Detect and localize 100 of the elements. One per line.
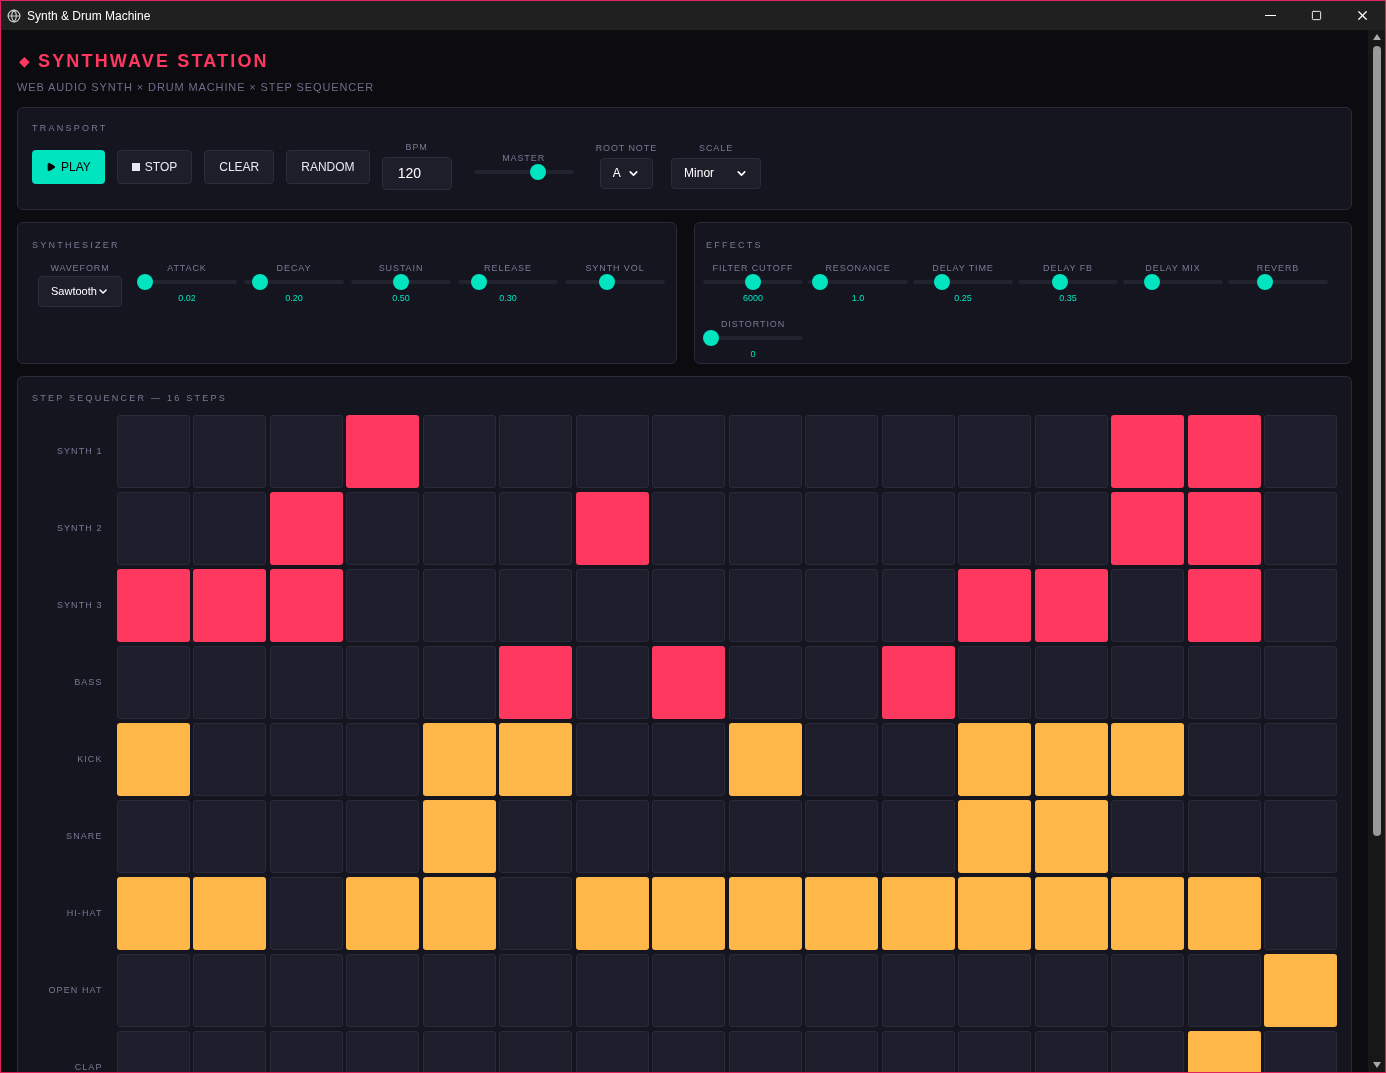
step-pad[interactable] [958, 877, 1031, 950]
step-pad[interactable] [193, 800, 266, 873]
step-pad[interactable] [881, 492, 955, 565]
slider-thumb[interactable] [252, 274, 269, 290]
slider[interactable] [703, 274, 803, 290]
step-pad[interactable] [575, 723, 649, 796]
step-pad[interactable] [346, 569, 419, 642]
slider-thumb[interactable] [745, 274, 761, 290]
step-pad[interactable] [958, 569, 1031, 642]
step-pad[interactable] [422, 646, 496, 719]
step-pad[interactable] [1034, 954, 1108, 1027]
step-pad[interactable] [728, 954, 802, 1027]
step-pad[interactable] [575, 492, 649, 565]
step-pad[interactable] [1264, 800, 1337, 873]
step-pad[interactable] [1264, 877, 1337, 950]
step-pad[interactable] [269, 800, 343, 873]
step-pad[interactable] [1034, 569, 1108, 642]
step-pad[interactable] [575, 415, 649, 488]
step-pad[interactable] [422, 800, 496, 873]
slider[interactable] [244, 274, 344, 290]
step-pad[interactable] [116, 800, 190, 873]
slider-thumb[interactable] [137, 274, 153, 290]
step-pad[interactable] [116, 723, 190, 796]
step-pad[interactable] [652, 800, 725, 873]
step-pad[interactable] [575, 877, 649, 950]
step-pad[interactable] [1187, 569, 1261, 642]
step-pad[interactable] [422, 954, 496, 1027]
step-pad[interactable] [116, 646, 190, 719]
slider-thumb[interactable] [1257, 274, 1274, 290]
slider[interactable] [1123, 274, 1223, 290]
step-pad[interactable] [1187, 415, 1261, 488]
step-pad[interactable] [116, 569, 190, 642]
step-pad[interactable] [193, 646, 266, 719]
step-pad[interactable] [575, 800, 649, 873]
step-pad[interactable] [805, 954, 878, 1027]
step-pad[interactable] [1187, 800, 1261, 873]
step-pad[interactable] [269, 492, 343, 565]
step-pad[interactable] [1034, 492, 1108, 565]
slider-thumb[interactable] [393, 274, 409, 290]
slider[interactable] [1228, 274, 1328, 290]
step-pad[interactable] [422, 569, 496, 642]
step-pad[interactable] [728, 877, 802, 950]
slider[interactable] [913, 274, 1013, 290]
step-pad[interactable] [499, 646, 572, 719]
step-pad[interactable] [193, 415, 266, 488]
step-pad[interactable] [1111, 415, 1184, 488]
transport-button[interactable]: RANDOM [286, 149, 370, 184]
slider[interactable] [458, 274, 558, 290]
step-pad[interactable] [346, 723, 419, 796]
step-pad[interactable] [1187, 877, 1261, 950]
slider[interactable] [808, 274, 908, 290]
slider-thumb[interactable] [703, 330, 719, 346]
step-pad[interactable] [1111, 877, 1184, 950]
step-pad[interactable] [1111, 723, 1184, 796]
step-pad[interactable] [1264, 646, 1337, 719]
step-pad[interactable] [193, 569, 266, 642]
step-pad[interactable] [422, 492, 496, 565]
step-pad[interactable] [1034, 877, 1108, 950]
step-pad[interactable] [1264, 492, 1337, 565]
slider-thumb[interactable] [1051, 274, 1068, 290]
step-pad[interactable] [652, 646, 725, 719]
step-pad[interactable] [728, 646, 802, 719]
step-pad[interactable] [269, 415, 343, 488]
step-pad[interactable] [1034, 646, 1108, 719]
step-pad[interactable] [958, 646, 1031, 719]
step-pad[interactable] [499, 569, 572, 642]
step-pad[interactable] [881, 954, 955, 1027]
scrollbar[interactable] [1368, 30, 1385, 1072]
step-pad[interactable] [1034, 415, 1108, 488]
step-pad[interactable] [575, 569, 649, 642]
slider-thumb[interactable] [812, 274, 829, 290]
step-pad[interactable] [575, 646, 649, 719]
waveform-select[interactable]: Sawtooth [38, 276, 122, 307]
slider-thumb[interactable] [1144, 274, 1160, 290]
step-pad[interactable] [805, 415, 878, 488]
step-pad[interactable] [193, 954, 266, 1027]
slider[interactable] [137, 274, 237, 290]
step-pad[interactable] [193, 492, 266, 565]
step-pad[interactable] [805, 492, 878, 565]
step-pad[interactable] [805, 646, 878, 719]
step-pad[interactable] [805, 723, 878, 796]
step-pad[interactable] [269, 646, 343, 719]
step-pad[interactable] [499, 800, 572, 873]
slider[interactable] [351, 274, 451, 290]
step-pad[interactable] [1187, 723, 1261, 796]
step-pad[interactable] [1111, 492, 1184, 565]
step-pad[interactable] [1034, 800, 1108, 873]
step-pad[interactable] [422, 415, 496, 488]
step-pad[interactable] [422, 877, 496, 950]
step-pad[interactable] [499, 415, 572, 488]
step-pad[interactable] [805, 800, 878, 873]
step-pad[interactable] [728, 723, 802, 796]
step-pad[interactable] [1187, 646, 1261, 719]
step-pad[interactable] [958, 415, 1031, 488]
step-pad[interactable] [422, 723, 496, 796]
scale-select[interactable]: Minor [671, 157, 762, 189]
step-pad[interactable] [881, 646, 955, 719]
step-pad[interactable] [1187, 954, 1261, 1027]
step-pad[interactable] [1264, 415, 1337, 488]
slider-thumb[interactable] [529, 163, 546, 180]
